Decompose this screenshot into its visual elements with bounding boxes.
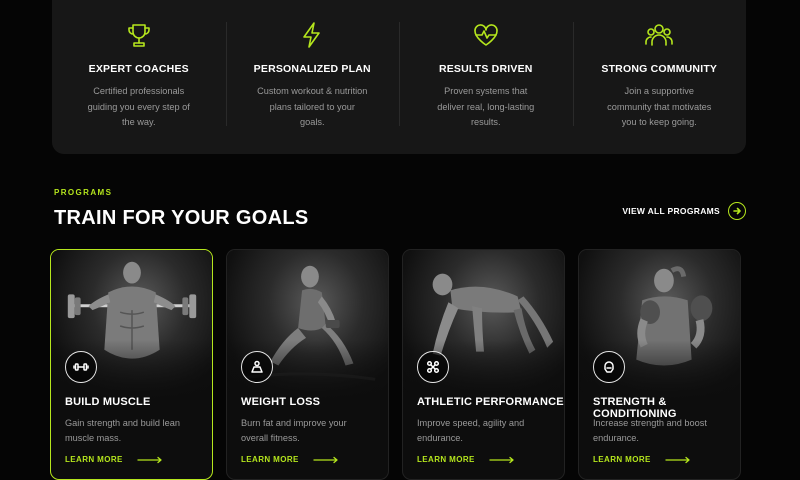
dumbbell-icon [65, 351, 97, 383]
learn-more-link[interactable]: LEARN MORE [593, 455, 691, 464]
program-card-athletic-performance[interactable]: ATHLETIC PERFORMANCE Improve speed, agil… [402, 249, 565, 480]
feature-expert-coaches: EXPERT COACHES Certified professionals g… [52, 0, 226, 154]
feature-title: PERSONALIZED PLAN [253, 63, 371, 75]
learn-more-link[interactable]: LEARN MORE [241, 455, 339, 464]
program-title: BUILD MUSCLE [65, 396, 151, 408]
program-description: Gain strength and build lean muscle mass… [65, 418, 180, 443]
view-all-label: VIEW ALL PROGRAMS [622, 206, 720, 216]
program-cards: BUILD MUSCLE Gain strength and build lea… [50, 249, 741, 480]
feature-text: Certified professionals guiding you ever… [87, 86, 190, 127]
view-all-programs-link[interactable]: VIEW ALL PROGRAMS [622, 202, 746, 220]
feature-text: Join a supportive community that motivat… [607, 86, 712, 127]
feature-strong-community: STRONG COMMUNITY Join a supportive commu… [572, 0, 747, 154]
features-panel: EXPERT COACHES Certified professionals g… [52, 0, 746, 154]
program-description: Burn fat and improve your overall fitnes… [241, 418, 347, 443]
lightning-icon [297, 20, 327, 50]
feature-results-driven: RESULTS DRIVEN Proven systems that deliv… [399, 0, 573, 154]
learn-more-label: LEARN MORE [417, 455, 475, 464]
arrow-right-icon [728, 202, 746, 220]
feature-text: Custom workout & nutrition plans tailore… [257, 86, 368, 127]
section-eyebrow: PROGRAMS [54, 188, 113, 197]
long-arrow-right-icon [665, 456, 690, 463]
program-card-build-muscle[interactable]: BUILD MUSCLE Gain strength and build lea… [50, 249, 213, 480]
learn-more-label: LEARN MORE [65, 455, 123, 464]
program-title: ATHLETIC PERFORMANCE [417, 396, 564, 408]
community-icon [644, 20, 674, 50]
feature-title: EXPERT COACHES [88, 63, 189, 75]
section-title: TRAIN FOR YOUR GOALS [54, 207, 309, 229]
feature-text: Proven systems that deliver real, long-l… [437, 86, 535, 127]
feature-title: STRONG COMMUNITY [601, 63, 718, 75]
feature-title: RESULTS DRIVEN [438, 63, 533, 75]
heart-pulse-icon [471, 20, 501, 50]
learn-more-link[interactable]: LEARN MORE [417, 455, 515, 464]
learn-more-link[interactable]: LEARN MORE [65, 455, 163, 464]
program-description: Improve speed, agility and endurance. [417, 418, 525, 443]
program-card-weight-loss[interactable]: WEIGHT LOSS Burn fat and improve your ov… [226, 249, 389, 480]
program-title: WEIGHT LOSS [241, 396, 321, 408]
feature-personalized-plan: PERSONALIZED PLAN Custom workout & nutri… [225, 0, 400, 154]
learn-more-label: LEARN MORE [241, 455, 299, 464]
trophy-icon [124, 20, 154, 50]
program-card-strength-conditioning[interactable]: STRENGTH & CONDITIONING Increase strengt… [578, 249, 741, 480]
weight-scale-icon [241, 351, 273, 383]
long-arrow-right-icon [313, 456, 338, 463]
agility-icon [417, 351, 449, 383]
program-description: Increase strength and boost endurance. [593, 418, 707, 443]
boxing-glove-icon [593, 351, 625, 383]
long-arrow-right-icon [137, 456, 162, 463]
long-arrow-right-icon [489, 456, 514, 463]
learn-more-label: LEARN MORE [593, 455, 651, 464]
